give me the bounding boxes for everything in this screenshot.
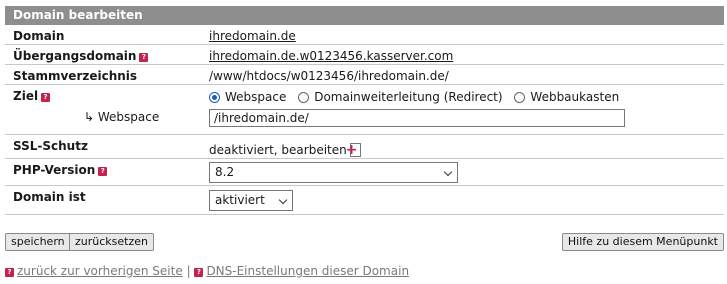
domain-status-label: Domain ist bbox=[13, 190, 86, 204]
dns-settings-link[interactable]: DNS-Einstellungen dieser Domain bbox=[206, 264, 409, 278]
back-arrow-icon[interactable]: ? bbox=[5, 268, 14, 277]
row-php: PHP-Version? 8.2 bbox=[5, 159, 724, 186]
panel-title: Domain bearbeiten bbox=[5, 6, 724, 25]
radio-icon[interactable] bbox=[514, 92, 526, 103]
php-version-select[interactable]: 8.2 bbox=[209, 162, 458, 183]
row-ssl: SSL-Schutz deaktiviert, bearbeiten bbox=[5, 135, 724, 159]
uebergangsdomain-link[interactable]: ihredomain.de.w0123456.kasserver.com bbox=[209, 49, 453, 63]
row-domain: Domain ihredomain.de bbox=[5, 25, 724, 45]
ziel-label: Ziel bbox=[13, 89, 39, 103]
ssl-status-link[interactable]: deaktiviert, bearbeiten bbox=[209, 143, 347, 157]
reset-button[interactable]: zurücksetzen bbox=[69, 233, 154, 251]
question-icon[interactable]: ? bbox=[139, 53, 149, 62]
uebergangsdomain-label: Übergangsdomain bbox=[13, 49, 137, 63]
radio-selected-icon[interactable] bbox=[209, 92, 220, 103]
radio-webbaukasten[interactable]: Webbaukasten bbox=[514, 90, 619, 104]
question-icon[interactable]: ? bbox=[98, 167, 108, 176]
chevron-down-icon bbox=[278, 195, 288, 205]
question-icon[interactable]: ? bbox=[41, 93, 51, 102]
domain-label: Domain bbox=[13, 29, 65, 43]
row-stammverzeichnis: Stammverzeichnis /www/htdocs/w0123456/ih… bbox=[5, 65, 724, 85]
domain-link[interactable]: ihredomain.de bbox=[209, 29, 296, 43]
footer-links: ? zurück zur vorherigen Seite | ? DNS-Eins… bbox=[5, 264, 409, 278]
footer-separator: | bbox=[186, 264, 191, 278]
radio-icon[interactable] bbox=[298, 92, 310, 103]
chevron-down-icon bbox=[443, 167, 453, 177]
save-button[interactable]: speichern bbox=[5, 233, 71, 251]
radio-redirect[interactable]: Domainweiterleitung (Redirect) bbox=[298, 90, 503, 104]
back-link[interactable]: zurück zur vorherigen Seite bbox=[17, 264, 183, 278]
ziel-radio-group: Webspace Domainweiterleitung (Redirect) … bbox=[209, 90, 619, 104]
domain-edit-panel: Domain bearbeiten Domain ihredomain.de Ü… bbox=[5, 6, 724, 215]
webspace-sub-label: ↳ Webspace bbox=[84, 110, 160, 124]
stammverzeichnis-label: Stammverzeichnis bbox=[13, 69, 138, 83]
domain-status-select[interactable]: aktiviert bbox=[209, 190, 293, 211]
stammverzeichnis-value: /www/htdocs/w0123456/ihredomain.de/ bbox=[209, 69, 449, 83]
dns-icon[interactable]: ? bbox=[194, 268, 204, 277]
php-version-label: PHP-Version bbox=[13, 163, 96, 177]
webspace-path-input[interactable]: /ihredomain.de/ bbox=[209, 109, 625, 127]
add-page-icon[interactable] bbox=[346, 143, 361, 157]
row-ziel: Ziel? Webspace Domainweiterleitung (Redi… bbox=[5, 85, 724, 135]
radio-webspace[interactable]: Webspace bbox=[209, 90, 286, 104]
ssl-label: SSL-Schutz bbox=[13, 139, 88, 153]
help-button[interactable]: Hilfe zu diesem Menüpunkt bbox=[561, 233, 724, 251]
row-uebergangsdomain: Übergangsdomain? ihredomain.de.w0123456.… bbox=[5, 45, 724, 65]
row-domain-status: Domain ist aktiviert bbox=[5, 186, 724, 215]
